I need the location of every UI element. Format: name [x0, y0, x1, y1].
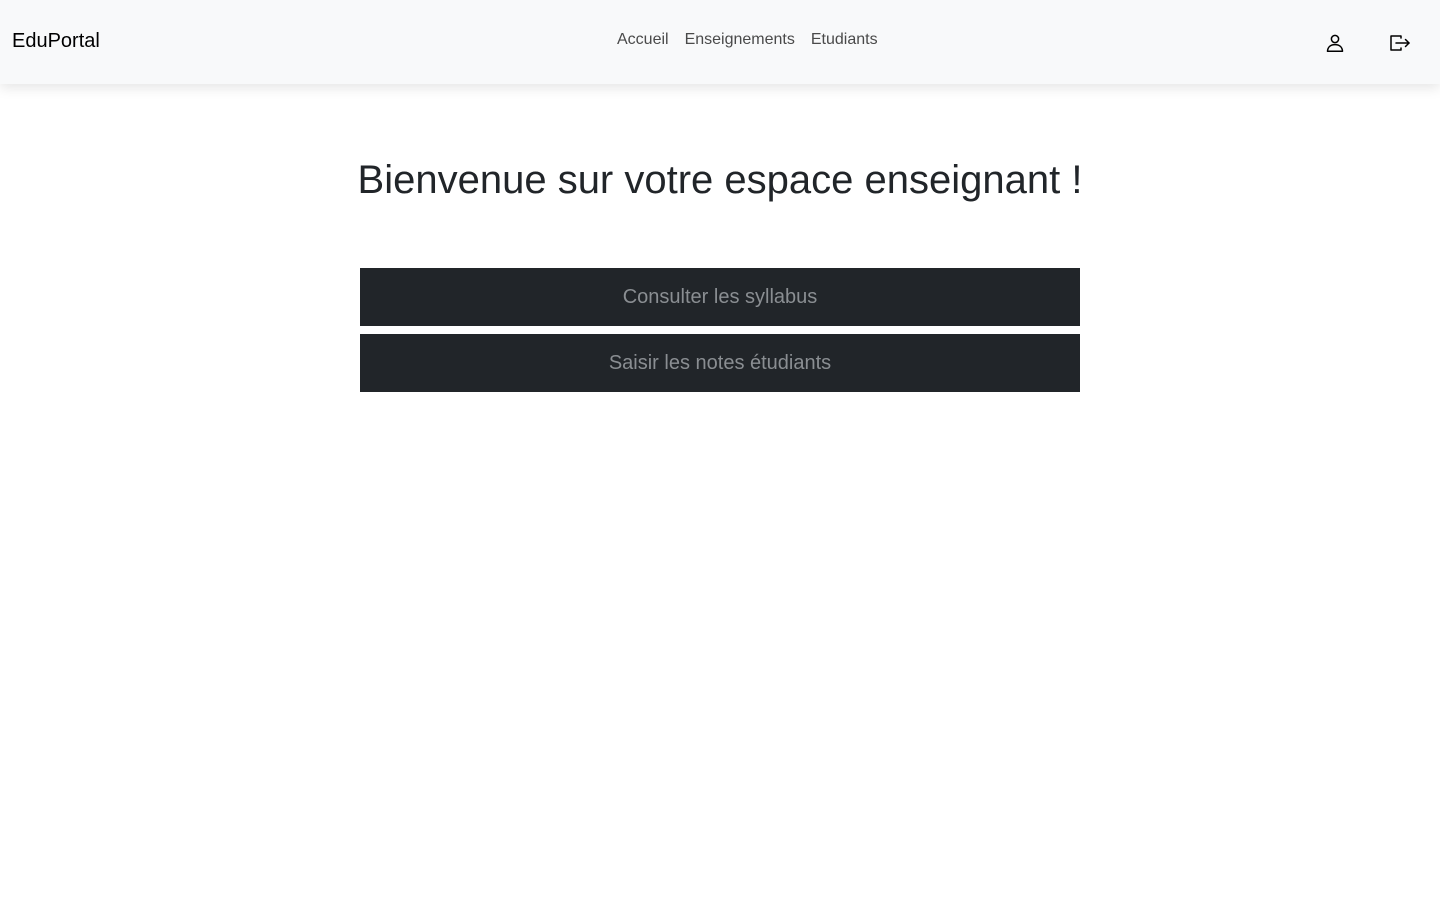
user-icon[interactable]: [1323, 31, 1347, 55]
top-navbar: EduPortal Accueil Enseignements Etudiant…: [0, 0, 1440, 84]
nav-link-accueil[interactable]: Accueil: [609, 30, 677, 50]
page-title: Bienvenue sur votre espace enseignant !: [357, 158, 1083, 202]
logout-icon[interactable]: [1388, 31, 1412, 55]
nav-links: Accueil Enseignements Etudiants: [609, 30, 886, 50]
nav-link-enseignements[interactable]: Enseignements: [677, 30, 803, 50]
brand-link[interactable]: EduPortal: [12, 29, 100, 53]
nav-link-etudiants[interactable]: Etudiants: [803, 30, 886, 50]
enter-grades-button[interactable]: Saisir les notes étudiants: [360, 334, 1080, 392]
consult-syllabus-button[interactable]: Consulter les syllabus: [360, 268, 1080, 326]
